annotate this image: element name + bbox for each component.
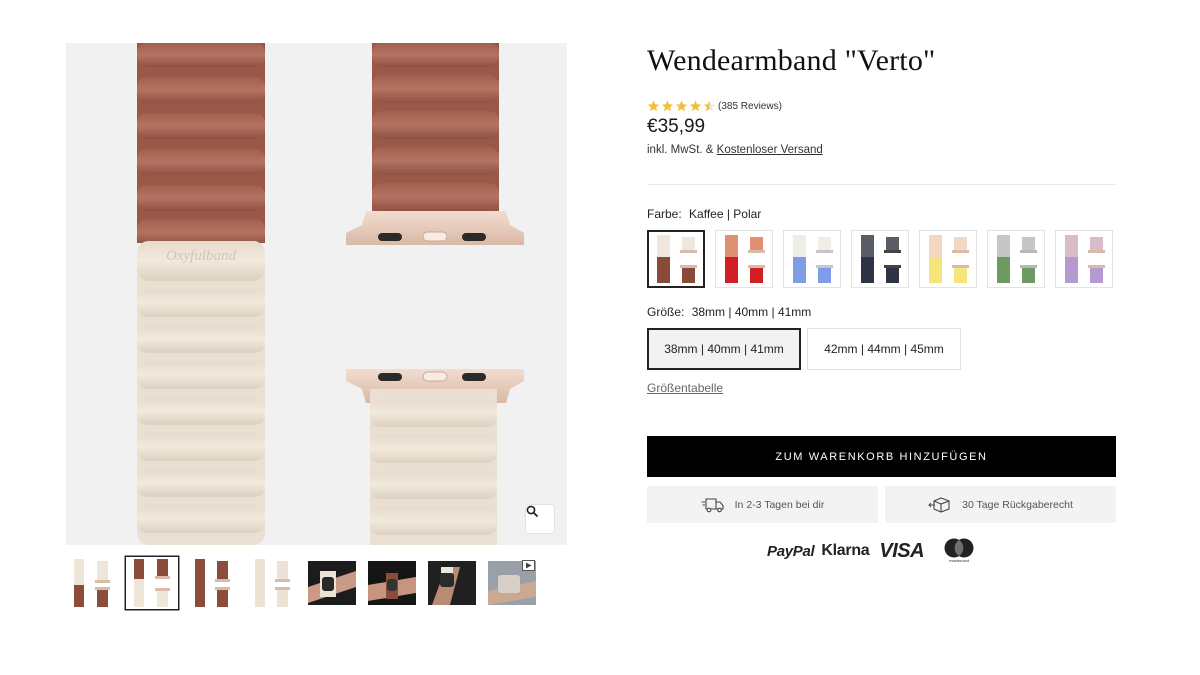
thumbnail-1[interactable]	[66, 557, 118, 609]
star-icon	[661, 100, 674, 112]
delivery-truck-icon	[701, 497, 724, 512]
klarna-logo: Klarna	[821, 542, 870, 559]
thumbnail-5[interactable]	[306, 557, 358, 609]
delivery-text: In 2-3 Tagen bei dir	[734, 498, 825, 511]
size-chart-link[interactable]: Größentabelle	[647, 381, 723, 395]
swatch-lila[interactable]	[1055, 230, 1113, 288]
return-box-icon	[928, 496, 950, 513]
swatch-blau[interactable]	[783, 230, 841, 288]
add-to-cart-button[interactable]: ZUM WARENKORB HINZUFÜGEN	[647, 436, 1116, 477]
star-icon	[689, 100, 702, 112]
swatch-kaffee-polar[interactable]	[647, 230, 705, 288]
swatch-image	[1065, 235, 1105, 283]
thumbnail-4[interactable]	[246, 557, 298, 609]
size-option-label: Größe: 38mm | 40mm | 41mm	[647, 305, 811, 319]
thumb-band-front-image	[74, 559, 110, 607]
swatch-rot[interactable]	[715, 230, 773, 288]
shipping-link[interactable]: Kostenloser Versand	[717, 144, 823, 156]
tax-shipping-note: inkl. MwSt. & Kostenloser Versand	[647, 144, 823, 156]
thumbnail-8-video[interactable]	[486, 557, 538, 609]
swatch-image	[657, 235, 697, 283]
delivery-info: In 2-3 Tagen bei dir	[647, 486, 878, 523]
star-icon	[675, 100, 688, 112]
color-swatches	[647, 230, 1117, 290]
size-option-small[interactable]: 38mm | 40mm | 41mm	[647, 328, 801, 370]
thumb-wrist-photo-image	[428, 561, 476, 605]
size-label: Größe:	[647, 305, 685, 319]
swatch-gruen[interactable]	[987, 230, 1045, 288]
divider	[647, 184, 1116, 185]
swatch-image	[929, 235, 969, 283]
right-strap-cream	[346, 369, 524, 545]
left-strap-brown	[137, 43, 265, 245]
thumb-wrist-photo-image	[308, 561, 356, 605]
returns-text: 30 Tage Rückgaberecht	[962, 498, 1073, 511]
play-icon	[522, 560, 535, 571]
swatch-image	[725, 235, 765, 283]
left-strap-cream	[137, 241, 265, 545]
review-count: (385 Reviews)	[718, 100, 782, 112]
size-selected-value: 38mm | 40mm | 41mm	[691, 305, 812, 319]
color-option-label: Farbe: Kaffee | Polar	[647, 207, 761, 221]
thumb-wrist-photo-image	[368, 561, 416, 605]
magnifier-icon	[526, 505, 538, 517]
star-half-icon	[703, 100, 716, 112]
thumbnail-7[interactable]	[426, 557, 478, 609]
zoom-button[interactable]	[526, 505, 554, 533]
thumbnail-3[interactable]	[186, 557, 238, 609]
paypal-logo: PayPal	[767, 542, 815, 560]
thumbnail-6[interactable]	[366, 557, 418, 609]
swatch-image	[997, 235, 1037, 283]
visa-logo: VISA	[879, 539, 925, 562]
thumbnail-2-selected[interactable]	[126, 557, 178, 609]
band-illustration: Oxyfulband	[137, 43, 524, 545]
rating-stars	[647, 100, 716, 112]
product-rating[interactable]: (385 Reviews)	[647, 99, 782, 113]
swatch-navy[interactable]	[851, 230, 909, 288]
thumb-band-brown-image	[195, 559, 230, 607]
payment-methods: PayPal Klarna VISA mastercard	[767, 538, 976, 564]
swatch-image	[793, 235, 833, 283]
mastercard-icon	[944, 538, 974, 558]
mastercard-wordmark: mastercard	[949, 558, 970, 563]
product-title: Wendearmband "Verto"	[647, 44, 936, 77]
product-price: €35,99	[647, 116, 706, 137]
thumb-band-cream-image	[255, 559, 290, 607]
main-product-image[interactable]: Oxyfulband	[66, 43, 567, 545]
right-strap-brown	[346, 43, 524, 245]
size-option-large[interactable]: 42mm | 44mm | 45mm	[807, 328, 961, 370]
color-selected-value: Kaffee | Polar	[689, 207, 762, 221]
returns-info: 30 Tage Rückgaberecht	[885, 486, 1116, 523]
mastercard-logo: mastercard	[942, 538, 976, 564]
thumb-band-pair-image	[134, 559, 170, 607]
swatch-gelb[interactable]	[919, 230, 977, 288]
tax-note: inkl. MwSt. &	[647, 144, 714, 156]
color-label: Farbe:	[647, 207, 682, 221]
embossed-logo: Oxyfulband	[166, 248, 236, 264]
star-icon	[647, 100, 660, 112]
swatch-image	[861, 235, 901, 283]
thumbnail-strip	[66, 557, 546, 611]
